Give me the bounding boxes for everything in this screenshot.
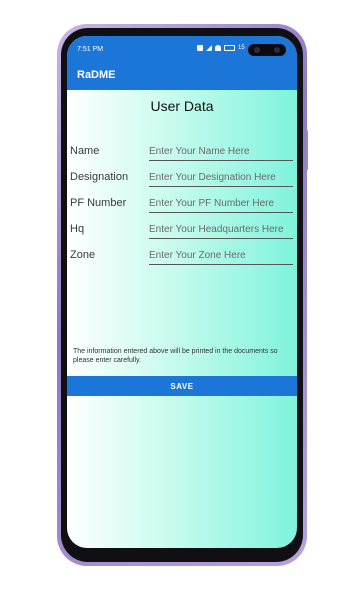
status-time: 7:51 PM: [77, 46, 104, 53]
save-button[interactable]: SAVE: [67, 376, 297, 396]
pf-number-input[interactable]: [149, 194, 293, 213]
hq-row: Hq: [70, 220, 294, 240]
name-label: Name: [70, 145, 100, 157]
app-screen: 7:51 PM 15 RaDME User Data Name Designat…: [67, 36, 297, 548]
status-bar: 7:51 PM 15: [67, 36, 297, 62]
zone-input[interactable]: [149, 246, 293, 265]
name-row: Name: [70, 142, 294, 162]
zone-row: Zone: [70, 246, 294, 266]
bluetooth-icon: [197, 45, 203, 51]
page-title: User Data: [150, 98, 214, 114]
pf-number-label: PF Number: [70, 197, 127, 209]
form-content: User Data Name Designation PF Number Hq …: [67, 90, 297, 548]
hq-label: Hq: [70, 223, 85, 235]
signal-icon: [206, 45, 212, 51]
designation-label: Designation: [70, 171, 129, 183]
volume-button: [306, 130, 308, 170]
info-notice: The information entered above will be pr…: [73, 348, 278, 364]
designation-row: Designation: [70, 168, 294, 188]
battery-icon: [224, 45, 235, 51]
camera-cutout: [248, 44, 286, 56]
pf-number-row: PF Number: [70, 194, 294, 214]
app-title: RaDME: [77, 69, 116, 81]
designation-input[interactable]: [149, 168, 293, 187]
hq-input[interactable]: [149, 220, 293, 239]
name-input[interactable]: [149, 142, 293, 161]
camera-lens-icon: [274, 47, 280, 53]
camera-lens-icon: [254, 47, 260, 53]
battery-percent: 15: [238, 45, 245, 51]
zone-label: Zone: [70, 249, 96, 261]
status-icons: 15: [197, 45, 245, 51]
app-bar: RaDME: [67, 62, 297, 90]
wifi-icon: [215, 45, 221, 51]
